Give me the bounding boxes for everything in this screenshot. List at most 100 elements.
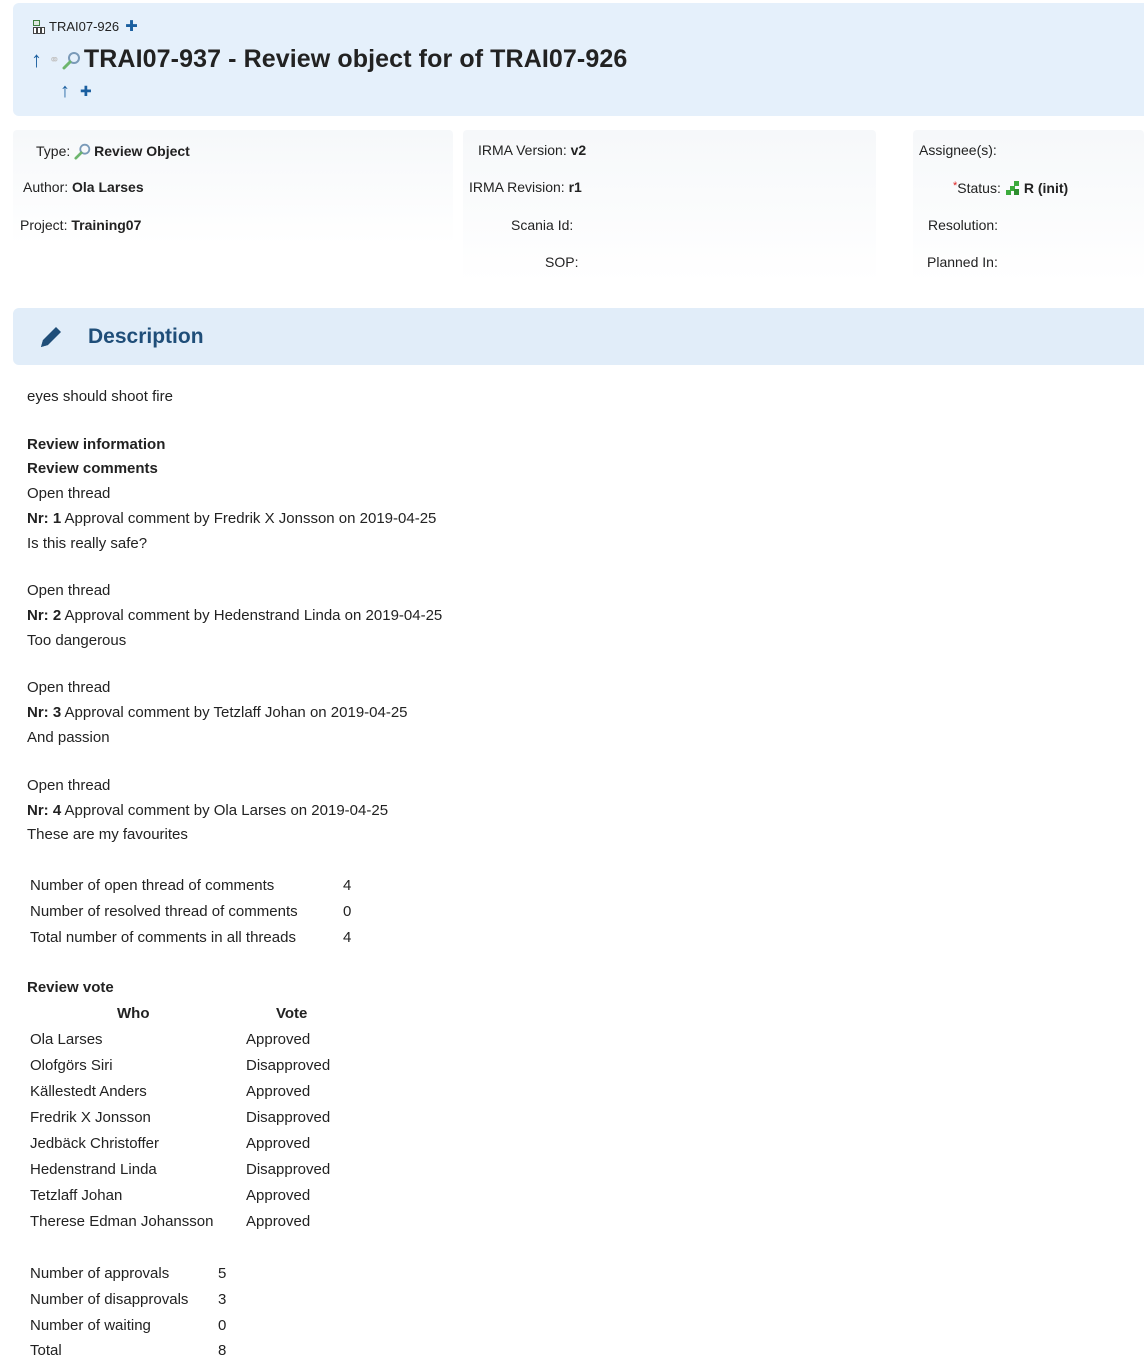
requirement-type-icon: [33, 19, 45, 34]
arrow-up-icon[interactable]: ↑: [31, 48, 45, 71]
review-information-heading: Review information: [27, 436, 166, 453]
stat-label: Total: [30, 1342, 62, 1359]
comment-author-date: Approval comment by Ola Larses on 2019-0…: [61, 802, 389, 819]
arrow-up-icon[interactable]: ↑: [60, 81, 74, 101]
comment-number: Nr: 2: [27, 607, 62, 624]
vote-value: Disapproved: [246, 1057, 331, 1074]
stat-label: Number of resolved thread of comments: [30, 903, 298, 920]
issue-header: TRAI07-926 ✚ ↑ ⚭ TRAI07-937 - Review obj…: [13, 3, 1144, 116]
thread-status: Open thread: [27, 679, 111, 696]
description-heading: Description: [88, 325, 204, 348]
comment-meta: Nr: 2 Approval comment by Hedenstrand Li…: [27, 607, 442, 624]
irma-version-label: IRMA Version:: [478, 142, 567, 158]
stat-label: Total number of comments in all threads: [30, 929, 296, 946]
title-row: ↑ ⚭ TRAI07-937 - Review object for of TR…: [31, 45, 627, 74]
vote-who: Källestedt Anders: [30, 1083, 147, 1100]
vote-who: Hedenstrand Linda: [30, 1161, 157, 1178]
author-value[interactable]: Ola Larses: [72, 179, 144, 195]
status-field: *Status: R (init): [953, 180, 1068, 196]
review-comments-heading: Review comments: [27, 460, 158, 477]
comment-body: Is this really safe?: [27, 535, 148, 552]
vote-value: Approved: [246, 1083, 311, 1100]
vote-column-header-who: Who: [117, 1005, 150, 1022]
comment-number: Nr: 1: [27, 510, 62, 527]
description-text: eyes should shoot fire: [27, 388, 173, 405]
parent-issue-link[interactable]: TRAI07-926: [49, 19, 119, 34]
stat-value: 0: [343, 903, 352, 920]
plus-icon[interactable]: ✚: [80, 84, 92, 98]
page-title: TRAI07-937 - Review object for of TRAI07…: [83, 45, 628, 73]
comment-meta: Nr: 3 Approval comment by Tetzlaff Johan…: [27, 704, 408, 721]
review-vote-heading: Review vote: [27, 979, 114, 996]
scania-id-field: Scania Id:: [511, 217, 573, 233]
vote-value: Disapproved: [246, 1161, 331, 1178]
pencil-icon[interactable]: [37, 323, 65, 351]
project-field: Project: Training07: [20, 217, 141, 233]
irma-revision-label: IRMA Revision:: [469, 179, 565, 195]
stat-value: 4: [343, 929, 352, 946]
stat-label: Number of approvals: [30, 1265, 170, 1282]
sop-label: SOP:: [545, 254, 579, 270]
project-label: Project:: [20, 217, 68, 233]
comment-body: And passion: [27, 729, 110, 746]
irma-version-field: IRMA Version: v2: [478, 142, 586, 158]
irma-version-value: v2: [570, 142, 587, 158]
comment-author-date: Approval comment by Hedenstrand Linda on…: [61, 607, 443, 624]
comment-meta: Nr: 4 Approval comment by Ola Larses on …: [27, 802, 388, 819]
vote-value: Approved: [246, 1031, 311, 1048]
assignees-field: Assignee(s):: [919, 142, 997, 158]
review-object-icon: [62, 50, 82, 70]
vote-value: Disapproved: [246, 1109, 331, 1126]
stat-label: Number of disapprovals: [30, 1291, 189, 1308]
vote-who: Fredrik X Jonsson: [30, 1109, 151, 1126]
description-section-header[interactable]: Description: [13, 308, 1144, 365]
vote-who: Tetzlaff Johan: [30, 1187, 123, 1204]
vote-value: Approved: [246, 1213, 311, 1230]
vote-who: Jedbäck Christoffer: [30, 1135, 159, 1152]
comment-number: Nr: 3: [27, 704, 62, 721]
status-label: Status:: [957, 180, 1001, 196]
review-object-icon: [74, 142, 92, 160]
comment-author-date: Approval comment by Tetzlaff Johan on 20…: [61, 704, 408, 721]
plus-icon[interactable]: ✚: [125, 19, 138, 34]
vote-who: Ola Larses: [30, 1031, 103, 1048]
comment-meta: Nr: 1 Approval comment by Fredrik X Jons…: [27, 510, 436, 527]
thread-status: Open thread: [27, 582, 111, 599]
vote-value: Approved: [246, 1187, 311, 1204]
vote-column-header-vote: Vote: [276, 1005, 308, 1022]
thread-status: Open thread: [27, 777, 111, 794]
stat-label: Number of open thread of comments: [30, 877, 275, 894]
planned-in-label: Planned In:: [927, 254, 998, 270]
irma-revision-value: r1: [568, 179, 582, 195]
stat-value: 3: [218, 1291, 227, 1308]
stat-value: 8: [218, 1342, 227, 1359]
parent-issue-row: TRAI07-926 ✚: [33, 19, 138, 34]
header-tool-row: ↑ ✚: [60, 81, 92, 101]
comment-body: Too dangerous: [27, 632, 127, 649]
type-label: Type:: [36, 143, 71, 159]
author-label: Author:: [23, 179, 69, 195]
author-field: Author: Ola Larses: [23, 179, 144, 195]
planned-in-field: Planned In:: [927, 254, 998, 270]
vote-value: Approved: [246, 1135, 311, 1152]
stat-value: 5: [218, 1265, 227, 1282]
type-field: Type: Review Object: [36, 142, 190, 160]
type-value: Review Object: [94, 143, 190, 159]
thread-status: Open thread: [27, 485, 111, 502]
resolution-field: Resolution:: [928, 217, 998, 233]
assignees-label: Assignee(s):: [919, 142, 997, 158]
comment-body: These are my favourites: [27, 826, 188, 843]
link-icon[interactable]: ⚭: [49, 52, 60, 68]
stat-label: Number of waiting: [30, 1317, 151, 1334]
stat-value: 0: [218, 1317, 227, 1334]
vote-who: Therese Edman Johansson: [30, 1213, 214, 1230]
scania-id-label: Scania Id:: [511, 217, 574, 233]
status-value[interactable]: R (init): [1024, 180, 1068, 196]
project-value[interactable]: Training07: [71, 217, 141, 233]
vote-who: Olofgörs Siri: [30, 1057, 113, 1074]
irma-revision-field: IRMA Revision: r1: [469, 179, 582, 195]
status-icon: [1005, 180, 1021, 196]
sop-field: SOP:: [545, 254, 578, 270]
stat-value: 4: [343, 877, 352, 894]
comment-number: Nr: 4: [27, 802, 62, 819]
